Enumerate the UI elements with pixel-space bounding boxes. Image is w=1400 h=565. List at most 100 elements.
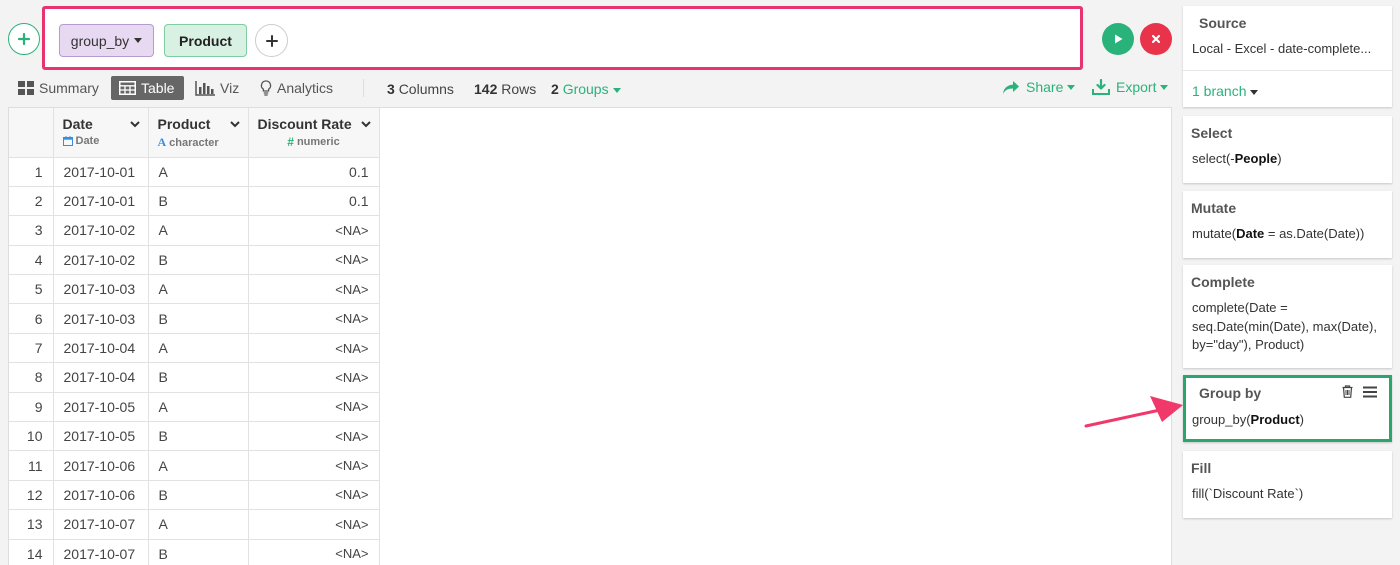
step-group-by[interactable]: Group by group_by(Product) — [1183, 375, 1392, 442]
row-index: 7 — [9, 333, 54, 364]
cell-date[interactable]: 2017-10-07 — [53, 509, 149, 540]
command-editor[interactable]: group_by Product — [42, 6, 1083, 70]
step-mutate[interactable]: Mutate mutate(Date = as.Date(Date)) — [1183, 191, 1392, 258]
cell-discount-rate[interactable]: <NA> — [248, 274, 380, 305]
cell-product[interactable]: B — [148, 186, 249, 217]
cell-product[interactable]: A — [148, 157, 249, 187]
cell-discount-rate[interactable]: <NA> — [248, 480, 380, 511]
cancel-button[interactable] — [1140, 23, 1172, 55]
cell-date[interactable]: 2017-10-06 — [53, 480, 149, 511]
toolbar-divider — [363, 79, 364, 97]
cell-discount-rate[interactable]: <NA> — [248, 421, 380, 452]
tab-viz-label: Viz — [220, 80, 240, 96]
row-index-header — [9, 108, 54, 158]
step-title: Source — [1199, 15, 1247, 31]
cell-product[interactable]: A — [148, 274, 249, 305]
share-button[interactable]: Share — [1002, 79, 1076, 95]
cell-product[interactable]: B — [148, 480, 249, 511]
function-token[interactable]: group_by — [59, 24, 154, 57]
column-name: Discount Rate — [257, 116, 352, 132]
cell-date[interactable]: 2017-10-06 — [53, 450, 149, 481]
tab-summary-label: Summary — [39, 80, 99, 96]
row-index: 5 — [9, 274, 54, 305]
cell-product[interactable]: A — [148, 333, 249, 364]
row-index: 8 — [9, 362, 54, 393]
chevron-down-icon — [1067, 84, 1076, 90]
cell-date[interactable]: 2017-10-07 — [53, 539, 149, 565]
cell-discount-rate[interactable]: <NA> — [248, 215, 380, 246]
cell-product[interactable]: B — [148, 303, 249, 334]
menu-icon[interactable] — [1363, 386, 1377, 398]
cell-discount-rate[interactable]: <NA> — [248, 450, 380, 481]
step-title: Fill — [1191, 460, 1212, 476]
row-index: 11 — [9, 450, 54, 481]
cell-discount-rate[interactable]: 0.1 — [248, 186, 380, 217]
column-header-product[interactable]: Product A character — [148, 108, 249, 158]
row-index: 2 — [9, 186, 54, 217]
row-index: 4 — [9, 245, 54, 276]
cell-discount-rate[interactable]: <NA> — [248, 333, 380, 364]
cell-product[interactable]: A — [148, 215, 249, 246]
cell-date[interactable]: 2017-10-01 — [53, 157, 149, 187]
cell-date[interactable]: 2017-10-03 — [53, 274, 149, 305]
table-row: 10 2017-10-05 B <NA> — [9, 421, 380, 452]
cell-date[interactable]: 2017-10-04 — [53, 362, 149, 393]
chevron-down-icon[interactable] — [360, 121, 371, 128]
cell-discount-rate[interactable]: <NA> — [248, 392, 380, 423]
tab-table[interactable]: Table — [111, 76, 184, 100]
row-index: 12 — [9, 480, 54, 511]
cell-date[interactable]: 2017-10-01 — [53, 186, 149, 217]
cell-product[interactable]: A — [148, 509, 249, 540]
cell-product[interactable]: B — [148, 539, 249, 565]
cell-discount-rate[interactable]: 0.1 — [248, 157, 380, 187]
chevron-down-icon[interactable] — [129, 121, 140, 128]
cell-discount-rate[interactable]: <NA> — [248, 245, 380, 276]
column-header-date[interactable]: Date Date — [53, 108, 149, 158]
calendar-icon — [62, 136, 73, 146]
tab-summary[interactable]: Summary — [18, 76, 99, 100]
table-row: 9 2017-10-05 A <NA> — [9, 392, 380, 423]
cell-product[interactable]: A — [148, 392, 249, 423]
trash-icon[interactable] — [1342, 385, 1353, 398]
cell-discount-rate[interactable]: <NA> — [248, 303, 380, 334]
add-argument-button[interactable] — [255, 24, 288, 57]
cell-product[interactable]: A — [148, 450, 249, 481]
column-header-discount-rate[interactable]: Discount Rate # numeric — [248, 108, 380, 158]
export-button[interactable]: Export — [1092, 79, 1169, 95]
bar-chart-icon — [195, 80, 215, 96]
cell-date[interactable]: 2017-10-03 — [53, 303, 149, 334]
step-title: Complete — [1191, 274, 1255, 290]
step-body: fill(`Discount Rate`) — [1192, 486, 1304, 501]
cell-date[interactable]: 2017-10-04 — [53, 333, 149, 364]
groups-dropdown[interactable]: 2 Groups — [551, 81, 621, 97]
table-row: 4 2017-10-02 B <NA> — [9, 245, 380, 276]
tab-viz[interactable]: Viz — [195, 76, 239, 100]
cell-date[interactable]: 2017-10-02 — [53, 245, 149, 276]
step-complete[interactable]: Complete complete(Date = seq.Date(min(Da… — [1183, 265, 1392, 368]
cell-date[interactable]: 2017-10-02 — [53, 215, 149, 246]
table-row: 7 2017-10-04 A <NA> — [9, 333, 380, 364]
download-icon — [1092, 79, 1110, 95]
table-row: 13 2017-10-07 A <NA> — [9, 509, 380, 540]
share-icon — [1003, 80, 1019, 94]
cell-product[interactable]: B — [148, 421, 249, 452]
cell-discount-rate[interactable]: <NA> — [248, 509, 380, 540]
cell-product[interactable]: B — [148, 362, 249, 393]
add-step-button[interactable] — [8, 23, 40, 55]
step-select[interactable]: Select select(-People) — [1183, 116, 1392, 183]
branch-dropdown[interactable]: 1 branch — [1192, 83, 1259, 99]
row-index: 1 — [9, 157, 54, 187]
cell-date[interactable]: 2017-10-05 — [53, 421, 149, 452]
step-source[interactable]: Source Local - Excel - date-complete... … — [1183, 6, 1392, 107]
cell-product[interactable]: B — [148, 245, 249, 276]
step-fill[interactable]: Fill fill(`Discount Rate`) — [1183, 451, 1392, 518]
run-button[interactable] — [1102, 23, 1134, 55]
tab-analytics[interactable]: Analytics — [260, 76, 333, 100]
chevron-down-icon[interactable] — [229, 121, 240, 128]
cell-discount-rate[interactable]: <NA> — [248, 539, 380, 565]
plus-icon — [17, 32, 31, 46]
cell-date[interactable]: 2017-10-05 — [53, 392, 149, 423]
cell-discount-rate[interactable]: <NA> — [248, 362, 380, 393]
argument-token[interactable]: Product — [164, 24, 247, 57]
divider — [1183, 70, 1392, 71]
